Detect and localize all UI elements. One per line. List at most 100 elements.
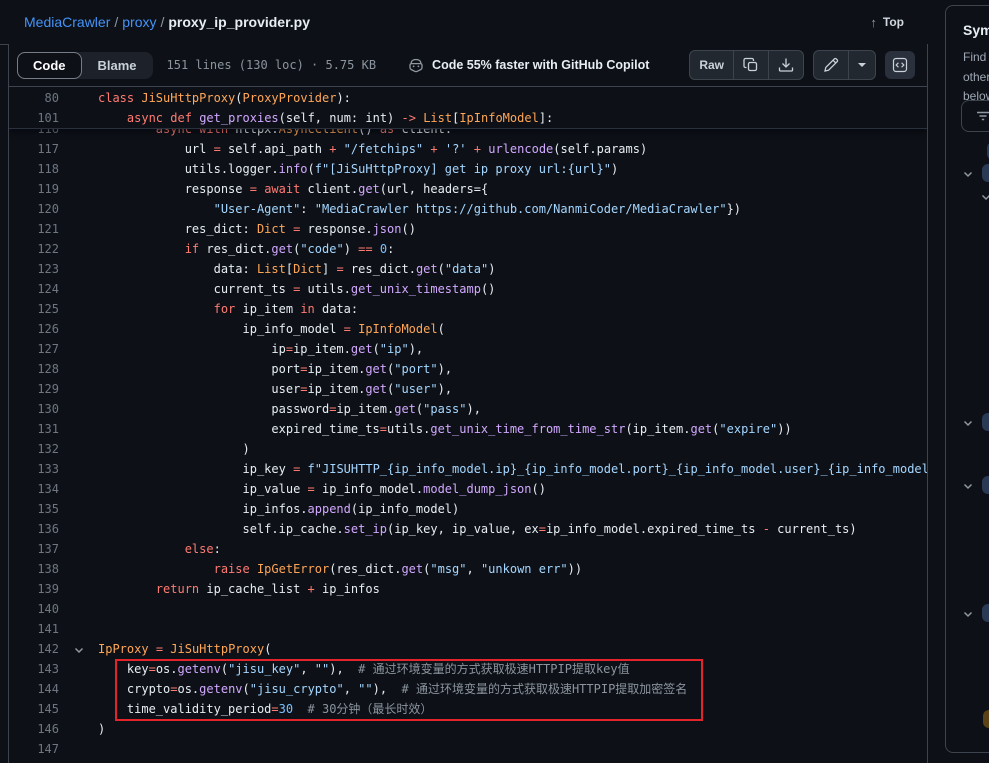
code-line-row: 147	[9, 739, 927, 759]
symbols-filter-button[interactable]	[961, 100, 989, 132]
line-number[interactable]: 138	[9, 559, 59, 579]
gutter-spacer	[59, 139, 98, 159]
code-line: password=ip_item.get("pass"),	[98, 399, 481, 419]
line-number[interactable]: 130	[9, 399, 59, 419]
line-number[interactable]: 132	[9, 439, 59, 459]
copilot-banner[interactable]: Code 55% faster with GitHub Copilot	[408, 57, 649, 73]
line-number[interactable]: 121	[9, 219, 59, 239]
collapse-chevron-icon[interactable]	[59, 639, 98, 659]
symbol-pill[interactable]	[982, 164, 989, 182]
line-number[interactable]: 144	[9, 679, 59, 699]
arrow-up-icon: ↑	[870, 15, 877, 30]
line-number[interactable]: 131	[9, 419, 59, 439]
line-number[interactable]: 141	[9, 619, 59, 639]
chevron-down-icon[interactable]	[962, 416, 974, 434]
edit-dropdown-button[interactable]	[848, 51, 875, 79]
line-number[interactable]: 125	[9, 299, 59, 319]
line-number[interactable]: 118	[9, 159, 59, 179]
code-line: utils.logger.info(f"[JiSuHttpProxy] get …	[98, 159, 618, 179]
gutter-spacer	[59, 159, 98, 179]
gutter-spacer	[59, 179, 98, 199]
edit-group	[813, 50, 876, 80]
gutter-spacer	[59, 339, 98, 359]
code-line: if res_dict.get("code") == 0:	[98, 239, 394, 259]
line-number[interactable]: 128	[9, 359, 59, 379]
copy-icon	[743, 57, 759, 73]
gutter-spacer	[59, 599, 98, 619]
code-line: ip_infos.append(ip_info_model)	[98, 499, 459, 519]
line-number[interactable]: 140	[9, 599, 59, 619]
raw-button[interactable]: Raw	[690, 51, 733, 79]
tab-code[interactable]: Code	[17, 52, 82, 79]
line-number[interactable]: 119	[9, 179, 59, 199]
breadcrumb-repo-link[interactable]: MediaCrawler	[24, 14, 110, 30]
code-line-row: 144 crypto=os.getenv("jisu_crypto", ""),…	[9, 679, 927, 699]
symbol-pill[interactable]	[982, 604, 989, 622]
chevron-down-icon[interactable]	[962, 479, 974, 497]
line-number[interactable]: 120	[9, 199, 59, 219]
code-line-row: 130 password=ip_item.get("pass"),	[9, 399, 927, 419]
code-line-row: 145 time_validity_period=30 # 30分钟（最长时效）	[9, 699, 927, 719]
code-line: url = self.api_path + "/fetchips" + '?' …	[98, 139, 647, 159]
code-line: for ip_item in data:	[98, 299, 358, 319]
code-square-icon	[892, 57, 908, 73]
gutter-spacer	[59, 559, 98, 579]
gutter-spacer	[59, 279, 98, 299]
chevron-down-icon[interactable]	[962, 607, 974, 625]
gutter-spacer	[59, 459, 98, 479]
code-line: ip_info_model = IpInfoModel(	[98, 319, 445, 339]
line-number[interactable]: 145	[9, 699, 59, 719]
gutter-spacer	[59, 359, 98, 379]
code-line: expired_time_ts=utils.get_unix_time_from…	[98, 419, 792, 439]
line-number[interactable]: 134	[9, 479, 59, 499]
line-number[interactable]: 122	[9, 239, 59, 259]
file-toolbar: Code Blame 151 lines (130 loc) · 5.75 KB…	[9, 44, 927, 87]
line-number[interactable]: 117	[9, 139, 59, 159]
line-number[interactable]: 127	[9, 339, 59, 359]
copy-button[interactable]	[733, 51, 768, 79]
line-number[interactable]: 136	[9, 519, 59, 539]
code-line-row: 142 IpProxy = JiSuHttpProxy(	[9, 639, 927, 659]
line-number[interactable]: 135	[9, 499, 59, 519]
line-number[interactable]: 129	[9, 379, 59, 399]
line-number[interactable]: 80	[9, 88, 59, 108]
symbols-description: Find other below	[963, 48, 989, 107]
line-number[interactable]: 139	[9, 579, 59, 599]
symbol-pill[interactable]	[983, 710, 989, 728]
symbols-description-line: other	[963, 68, 989, 88]
code-line: ip_key = f"JISUHTTP_{ip_info_model.ip}_{…	[98, 459, 927, 479]
line-number[interactable]: 142	[9, 639, 59, 659]
line-number[interactable]: 143	[9, 659, 59, 679]
gutter-spacer	[59, 379, 98, 399]
code-line-row: 139 return ip_cache_list + ip_infos	[9, 579, 927, 599]
code-line-row: 122 if res_dict.get("code") == 0:	[9, 239, 927, 259]
symbol-pill[interactable]	[982, 476, 989, 494]
code-line-row: 121 res_dict: Dict = response.json()	[9, 219, 927, 239]
code-line: )	[98, 439, 250, 459]
line-number[interactable]: 101	[9, 108, 59, 128]
line-number[interactable]: 124	[9, 279, 59, 299]
line-number[interactable]: 146	[9, 719, 59, 739]
breadcrumb-folder-link[interactable]: proxy	[122, 14, 156, 30]
line-number[interactable]: 137	[9, 539, 59, 559]
line-number[interactable]: 126	[9, 319, 59, 339]
chevron-down-icon[interactable]	[962, 167, 974, 185]
symbol-pill[interactable]	[982, 413, 989, 431]
scroll-to-top-button[interactable]: ↑ Top	[864, 14, 910, 31]
code-line-row: 128 port=ip_item.get("port"),	[9, 359, 927, 379]
code-line: IpProxy = JiSuHttpProxy(	[98, 639, 271, 659]
line-number[interactable]: 133	[9, 459, 59, 479]
line-number[interactable]: 123	[9, 259, 59, 279]
chevron-down-icon[interactable]	[980, 190, 989, 208]
gutter-spacer	[59, 739, 98, 759]
code-line: async def get_proxies(self, num: int) ->…	[98, 108, 553, 128]
github-code-view: MediaCrawler/proxy/proxy_ip_provider.py …	[0, 0, 989, 763]
code-line-row: 131 expired_time_ts=utils.get_unix_time_…	[9, 419, 927, 439]
edit-button[interactable]	[814, 51, 848, 79]
line-number[interactable]: 147	[9, 739, 59, 759]
code-line: else:	[98, 539, 221, 559]
symbols-panel-toggle-button[interactable]	[885, 51, 915, 79]
gutter-spacer	[59, 419, 98, 439]
tab-blame[interactable]: Blame	[82, 52, 153, 79]
download-button[interactable]	[768, 51, 803, 79]
